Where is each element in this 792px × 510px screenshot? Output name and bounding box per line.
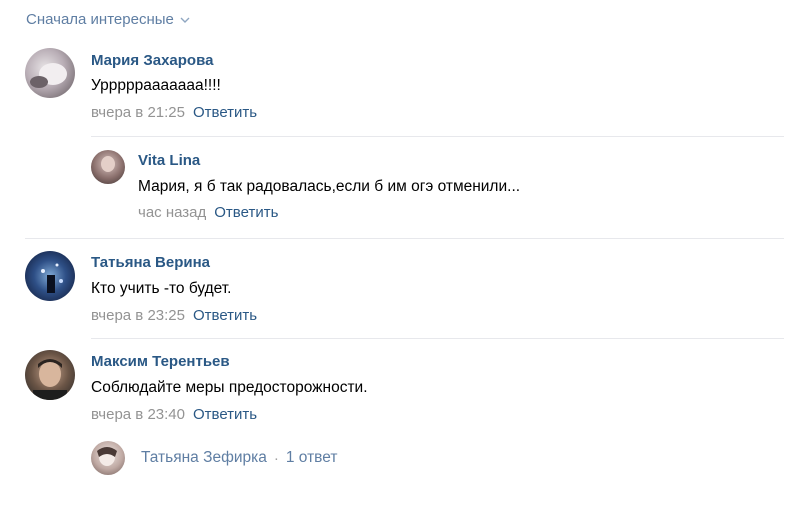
comment-text: Соблюдайте меры предосторожности. [91, 379, 368, 396]
divider [25, 238, 784, 239]
avatar[interactable] [25, 350, 75, 400]
comment-time[interactable]: час назад [138, 204, 206, 221]
comment-time[interactable]: вчера в 23:25 [91, 307, 185, 324]
sort-dropdown[interactable]: Сначала интересные [26, 11, 190, 28]
reply-button[interactable]: Ответить [214, 204, 278, 221]
comment-meta: вчера в 23:40 Ответить [91, 406, 257, 423]
comment-meta: вчера в 21:25 Ответить [91, 104, 257, 121]
chevron-down-icon [180, 17, 190, 23]
separator-dot: · [273, 449, 279, 467]
comment-author[interactable]: Мария Захарова [91, 52, 213, 69]
comment-author[interactable]: Татьяна Верина [91, 254, 210, 271]
comment-text: Кто учить -то будет. [91, 280, 232, 297]
comment-text: Мария, я б так радовалась,если б им огэ … [138, 178, 521, 195]
comment-author[interactable]: Максим Терентьев [91, 353, 230, 370]
divider [91, 338, 784, 339]
reply-button[interactable]: Ответить [193, 307, 257, 324]
comment-text: Урррррааааааа!!!! [91, 77, 221, 94]
comment-author[interactable]: Vita Lina [138, 152, 200, 169]
avatar [91, 441, 125, 475]
show-replies-row[interactable]: Татьяна Зефирка · 1 ответ [91, 441, 337, 475]
avatar[interactable] [25, 251, 75, 301]
comment-time[interactable]: вчера в 23:40 [91, 406, 185, 423]
comment-meta: вчера в 23:25 Ответить [91, 307, 257, 324]
sort-label: Сначала интересные [26, 11, 174, 28]
reply-button[interactable]: Ответить [193, 406, 257, 423]
avatar[interactable] [91, 150, 125, 184]
replies-count-link[interactable]: 1 ответ [286, 449, 338, 467]
reply-author[interactable]: Татьяна Зефирка [141, 449, 267, 467]
comment-meta: час назад Ответить [138, 204, 278, 221]
avatar[interactable] [25, 48, 75, 98]
reply-button[interactable]: Ответить [193, 104, 257, 121]
comment-time[interactable]: вчера в 21:25 [91, 104, 185, 121]
divider [91, 136, 784, 137]
